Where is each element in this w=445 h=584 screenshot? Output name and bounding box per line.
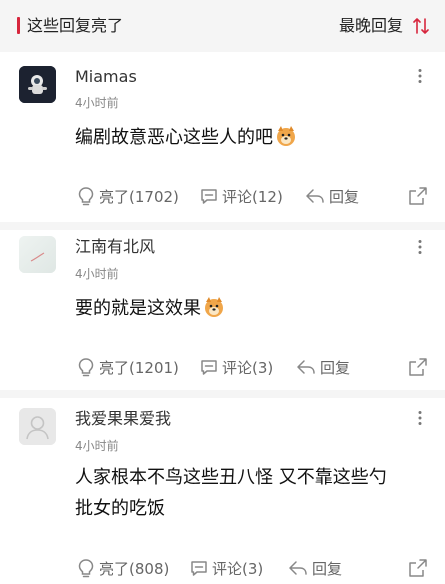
lightbulb-icon bbox=[78, 187, 94, 206]
avatar[interactable] bbox=[19, 66, 56, 103]
username[interactable]: Miamas bbox=[75, 66, 137, 88]
share-icon[interactable] bbox=[408, 186, 428, 206]
like-button[interactable]: 亮了(808) bbox=[77, 558, 169, 578]
comment-time: 4小时前 bbox=[75, 439, 119, 453]
like-button[interactable]: 亮了(1201) bbox=[77, 357, 179, 377]
like-count: 亮了(1201) bbox=[99, 358, 179, 377]
astronaut-avatar-icon bbox=[19, 66, 56, 103]
comment-divider bbox=[0, 222, 445, 230]
comment-content: 要的就是这效果 bbox=[75, 293, 415, 324]
comment-button[interactable]: 评论(12) bbox=[200, 186, 283, 206]
avatar[interactable] bbox=[19, 236, 56, 273]
comment-item: Miamas 4小时前 编剧故意恶心这些人的吧 亮了(1702) 评论(12) … bbox=[0, 52, 445, 222]
chat-bubble-icon bbox=[201, 189, 217, 204]
comments-screen: 这些回复亮了 最晚回复 Miamas 4小时前 编剧故意恶心这些人的吧 亮了(1… bbox=[0, 0, 445, 584]
username[interactable]: 江南有北风 bbox=[75, 236, 155, 258]
lightbulb-icon bbox=[78, 358, 94, 377]
chat-bubble-icon bbox=[191, 561, 207, 576]
sort-button[interactable]: 最晚回复 bbox=[339, 14, 403, 38]
reply-label: 回复 bbox=[320, 358, 351, 377]
share-icon[interactable] bbox=[408, 558, 428, 578]
more-options-icon[interactable] bbox=[417, 410, 423, 426]
reply-arrow-icon bbox=[297, 360, 315, 374]
comment-count: 评论(3) bbox=[222, 358, 274, 377]
comment-content: 人家根本不鸟这些丑八怪 又不靠这些勺 批女的吃饭 bbox=[75, 462, 415, 524]
like-count: 亮了(808) bbox=[99, 559, 170, 578]
comment-time: 4小时前 bbox=[75, 96, 119, 110]
reply-arrow-icon bbox=[306, 189, 324, 203]
default-user-avatar-icon bbox=[19, 408, 56, 445]
comment-text: 要的就是这效果 bbox=[75, 298, 201, 319]
comment-button[interactable]: 评论(3) bbox=[190, 558, 263, 578]
reply-label: 回复 bbox=[312, 559, 343, 578]
comment-count: 评论(3) bbox=[212, 559, 264, 578]
like-button[interactable]: 亮了(1702) bbox=[77, 186, 179, 206]
section-accent-bar bbox=[17, 17, 20, 34]
comment-item: 我爱果果爱我 4小时前 人家根本不鸟这些丑八怪 又不靠这些勺 批女的吃饭 亮了(… bbox=[0, 398, 445, 584]
comment-count: 评论(12) bbox=[222, 187, 283, 206]
pastel-avatar-icon bbox=[19, 236, 56, 273]
comment-text-line: 批女的吃饭 bbox=[75, 498, 165, 519]
comments-header: 这些回复亮了 最晚回复 bbox=[0, 0, 445, 52]
reply-label: 回复 bbox=[329, 187, 360, 206]
comment-text-line: 人家根本不鸟这些丑八怪 又不靠这些勺 bbox=[75, 467, 387, 488]
doge-emoji-icon bbox=[277, 126, 295, 146]
like-count: 亮了(1702) bbox=[99, 187, 179, 206]
chat-bubble-icon bbox=[201, 360, 217, 375]
comment-text: 编剧故意恶心这些人的吧 bbox=[75, 127, 273, 148]
sort-arrows-icon[interactable] bbox=[413, 16, 429, 36]
more-options-icon[interactable] bbox=[417, 68, 423, 84]
reply-button[interactable]: 回复 bbox=[288, 558, 342, 578]
reply-arrow-icon bbox=[289, 561, 307, 575]
comment-item: 江南有北风 4小时前 要的就是这效果 亮了(1201) 评论(3) 回复 bbox=[0, 230, 445, 394]
username[interactable]: 我爱果果爱我 bbox=[75, 408, 171, 430]
lightbulb-icon bbox=[78, 559, 94, 578]
comment-divider bbox=[0, 390, 445, 398]
avatar[interactable] bbox=[19, 408, 56, 445]
comment-time: 4小时前 bbox=[75, 267, 119, 281]
doge-emoji-icon bbox=[205, 297, 223, 317]
section-title: 这些回复亮了 bbox=[27, 16, 124, 35]
comment-content: 编剧故意恶心这些人的吧 bbox=[75, 122, 415, 153]
comment-button[interactable]: 评论(3) bbox=[200, 357, 273, 377]
reply-button[interactable]: 回复 bbox=[305, 186, 359, 206]
reply-button[interactable]: 回复 bbox=[296, 357, 350, 377]
share-icon[interactable] bbox=[408, 357, 428, 377]
more-options-icon[interactable] bbox=[417, 239, 423, 255]
